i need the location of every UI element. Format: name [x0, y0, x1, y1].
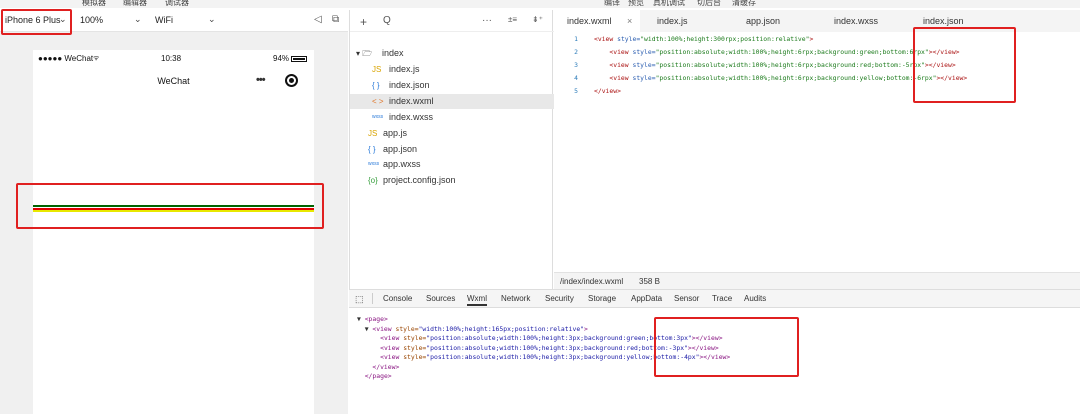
add-file-icon[interactable]: + — [360, 15, 367, 29]
phone-status-bar: ●●●●● WeChat ᯤ 10:38 94% — [33, 54, 314, 68]
devtools-tab-sensor[interactable]: Sensor — [674, 294, 699, 303]
carrier-label: ●●●●● WeChat — [38, 54, 94, 63]
menu-background[interactable]: 切后台 — [697, 0, 721, 8]
tree-item-label: index.json — [389, 80, 430, 90]
devtools-tab-console[interactable]: Console — [383, 294, 412, 303]
nav-title: WeChat — [157, 76, 190, 86]
devtools-tab-network[interactable]: Network — [501, 294, 530, 303]
file-type-icon: < > — [372, 97, 384, 106]
tree-item-label: project.config.json — [383, 175, 456, 185]
file-type-icon: { } — [372, 81, 380, 90]
code-text: <view style="position:absolute;width:100… — [609, 61, 956, 69]
line-number: 4 — [574, 74, 578, 82]
tab-label: index.wxml — [567, 16, 612, 26]
more-menu-icon[interactable]: ••• — [256, 74, 266, 86]
tree-item-label: index.js — [389, 64, 420, 74]
collapse-icon[interactable]: ⇟⁺ — [532, 15, 543, 24]
code-text: <view style="width:100%;height:300rpx;po… — [594, 35, 814, 43]
devtools-tab-wxml[interactable]: Wxml — [467, 294, 487, 306]
folder-icon: ▾ 🗁 — [356, 49, 373, 58]
volume-icon[interactable]: ◁ — [314, 14, 322, 25]
devtools-tab-trace[interactable]: Trace — [712, 294, 732, 303]
tree-item-label: app.js — [383, 128, 408, 138]
file-path-label: /index/index.wxml — [560, 277, 624, 286]
tree-item-label: index.wxss — [389, 112, 434, 122]
inspect-element-icon[interactable]: ⬚ — [355, 294, 364, 305]
network-select[interactable]: WiFi — [155, 15, 173, 25]
wxml-node[interactable]: ▼ <page> — [357, 314, 388, 324]
menu-remote-debug[interactable]: 真机调试 — [653, 0, 685, 8]
tree-item-index-js[interactable]: JS index.js — [350, 62, 554, 77]
lines-highlight-box — [16, 183, 324, 229]
code-text: </view> — [594, 87, 621, 95]
detach-window-icon[interactable]: ⧉ — [332, 14, 339, 25]
file-type-icon: JS — [368, 129, 378, 138]
line-number: 5 — [574, 87, 578, 95]
tab-index-wxml[interactable]: index.wxml × — [554, 10, 640, 32]
menu-compile[interactable]: 编译 — [604, 0, 620, 8]
wxml-node[interactable]: ▼ <view style="width:100%;height:165px;p… — [357, 324, 588, 334]
tree-item-label: index.wxml — [389, 96, 434, 106]
tree-item-index-wxml[interactable]: < > index.wxml — [350, 94, 554, 109]
close-capsule-icon[interactable] — [285, 74, 298, 87]
wxml-node[interactable]: </page> — [357, 371, 392, 381]
chevron-down-icon[interactable]: ⌄ — [134, 14, 142, 25]
file-type-icon: wxss — [372, 114, 384, 120]
menu-preview[interactable]: 预览 — [628, 0, 644, 8]
battery-label: 94% — [273, 54, 290, 63]
top-menu-bar: 模拟器 编辑器 调试器 编译 预览 真机调试 切后台 清缓存 — [0, 0, 1080, 8]
devtools-tab-security[interactable]: Security — [545, 294, 574, 303]
file-type-icon: { } — [368, 145, 376, 154]
close-icon[interactable]: × — [627, 10, 632, 32]
tab-index-wxss[interactable]: index.wxss — [834, 10, 878, 32]
device-highlight-box — [1, 9, 72, 35]
devtools-tab-appdata[interactable]: AppData — [631, 294, 662, 303]
file-type-icon: {o} — [368, 176, 378, 185]
tree-item-project-config-json[interactable]: {o} project.config.json — [350, 173, 554, 188]
devtools-tab-sources[interactable]: Sources — [426, 294, 455, 303]
devtools-tabbar: ⬚ Console Sources Wxml Network Security Stora… — [349, 289, 1080, 308]
editor-status-bar: /index/index.wxml 358 B — [554, 272, 1080, 289]
tree-item-app-js[interactable]: JS app.js — [350, 126, 554, 141]
code-text: <view style="position:absolute;width:100… — [609, 74, 968, 82]
file-tree-panel: + Q ··· ±≡ ⇟⁺ ▾ 🗁 index JS index.js{ } index… — [349, 10, 554, 289]
line-number: 1 — [574, 35, 578, 43]
tree-item-index-wxss[interactable]: wxss index.wxss — [350, 110, 554, 125]
tree-item-app-wxss[interactable]: wxss app.wxss — [350, 157, 554, 172]
file-size-label: 358 B — [639, 277, 660, 286]
clock-label: 10:38 — [161, 54, 182, 63]
tree-item-label: app.json — [383, 144, 418, 154]
zoom-select[interactable]: 100% — [80, 15, 103, 25]
tree-item-index[interactable]: ▾ 🗁 index — [350, 46, 554, 61]
tree-item-label: app.wxss — [383, 159, 421, 169]
devtools-tab-storage[interactable]: Storage — [588, 294, 616, 303]
code-text: <view style="position:absolute;width:100… — [609, 48, 960, 56]
menu-editor[interactable]: 编辑器 — [123, 0, 147, 8]
tab-app-json[interactable]: app.json — [746, 10, 780, 32]
file-type-icon: wxss — [368, 161, 380, 167]
menu-clear-cache[interactable]: 清缓存 — [732, 0, 756, 8]
tree-item-app-json[interactable]: { } app.json — [350, 142, 554, 157]
toolbar-divider — [372, 293, 373, 304]
file-tree-toolbar: + Q ··· ±≡ ⇟⁺ — [350, 10, 554, 32]
line-number: 2 — [574, 48, 578, 56]
phone-screen: ●●●●● WeChat ᯤ 10:38 94% WeChat ••• — [33, 50, 314, 414]
wxml-highlight-box — [654, 317, 799, 377]
code-highlight-box — [913, 27, 1016, 103]
file-type-icon: JS — [372, 65, 382, 74]
sort-icon[interactable]: ±≡ — [508, 15, 517, 24]
search-icon[interactable]: Q — [383, 15, 391, 26]
more-icon[interactable]: ··· — [482, 15, 492, 26]
tree-item-label: index — [382, 48, 404, 58]
wxml-node[interactable]: </view> — [357, 362, 399, 372]
tab-index-js[interactable]: index.js — [657, 10, 688, 32]
menu-debugger[interactable]: 调试器 — [165, 0, 189, 8]
devtools-tab-audits[interactable]: Audits — [744, 294, 766, 303]
wifi-icon: ᯤ — [93, 55, 100, 62]
menu-simulator[interactable]: 模拟器 — [82, 0, 106, 8]
battery-icon — [291, 56, 307, 62]
chevron-down-icon[interactable]: ⌄ — [208, 14, 216, 25]
line-number: 3 — [574, 61, 578, 69]
tree-item-index-json[interactable]: { } index.json — [350, 78, 554, 93]
